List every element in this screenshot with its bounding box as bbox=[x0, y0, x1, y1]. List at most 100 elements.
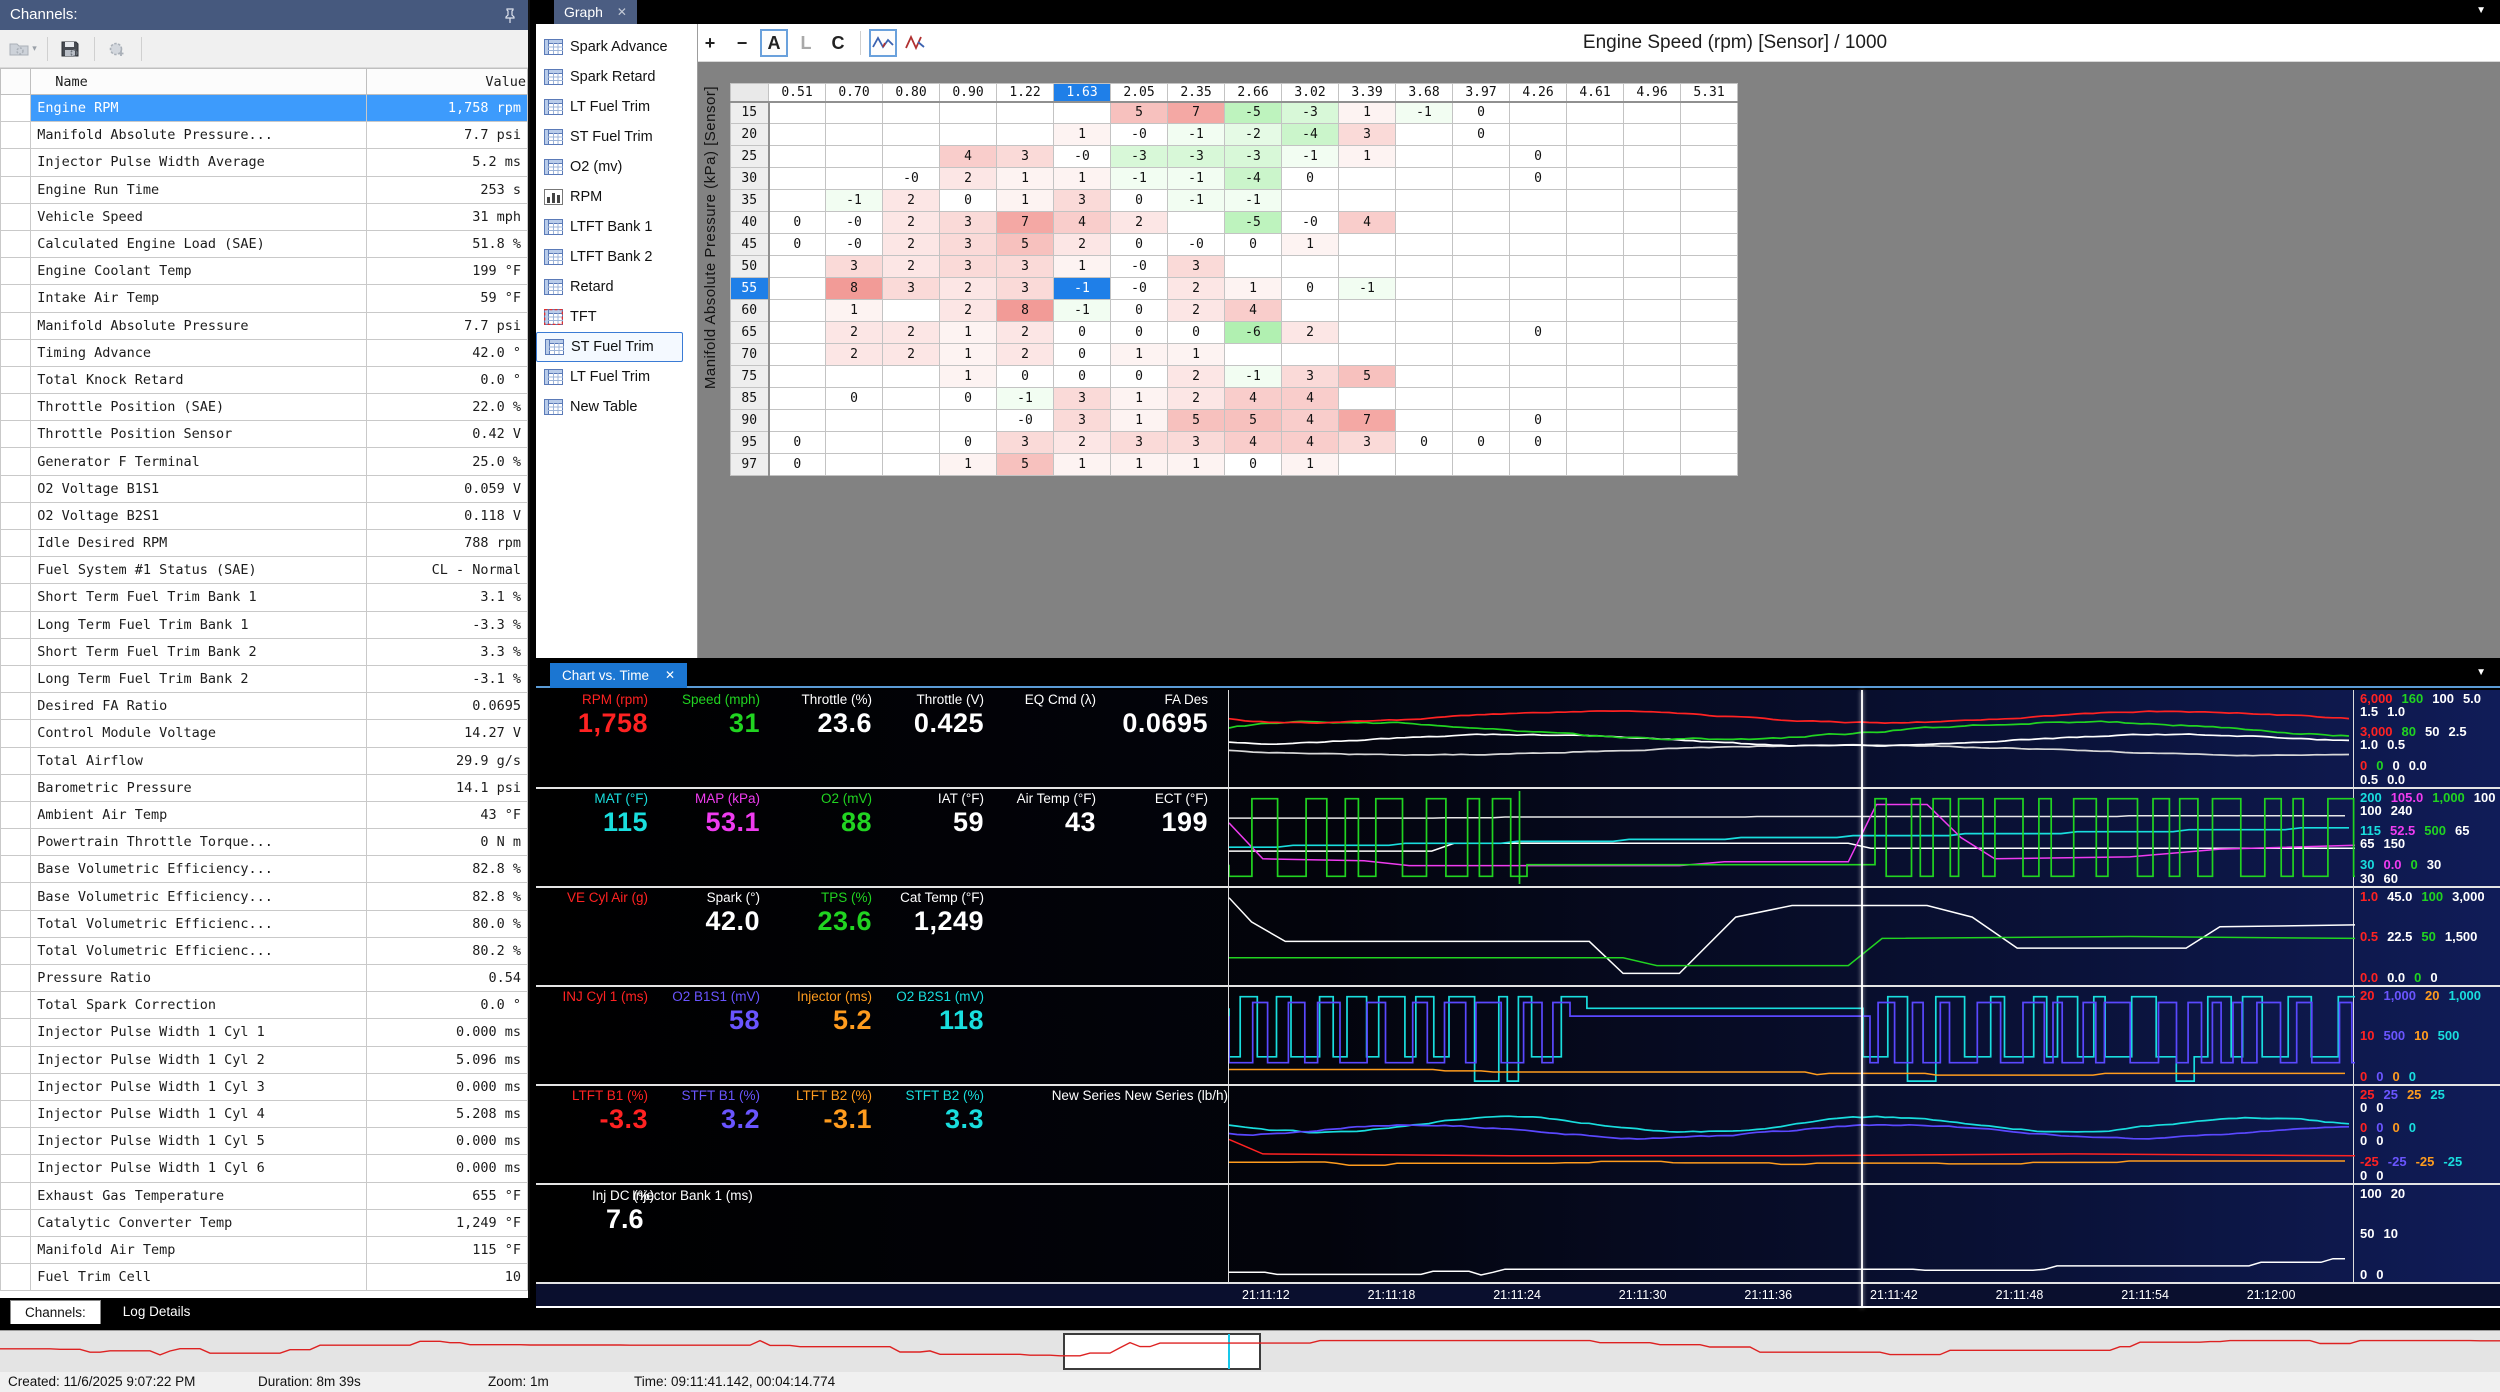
grid-cell[interactable] bbox=[1395, 343, 1453, 366]
grid-cell[interactable]: 2 bbox=[825, 321, 883, 344]
grid-cell[interactable]: -1 bbox=[1167, 123, 1225, 146]
grid-cell[interactable] bbox=[1566, 255, 1624, 278]
grid-cell[interactable]: 2 bbox=[1167, 387, 1225, 410]
grid-cell[interactable] bbox=[825, 101, 883, 124]
grid-cell[interactable] bbox=[1395, 189, 1453, 212]
grid-cell[interactable]: 3 bbox=[996, 431, 1054, 454]
grid-cell[interactable]: 3 bbox=[1053, 387, 1111, 410]
grid-cell[interactable]: 3 bbox=[1053, 409, 1111, 432]
grid-cell[interactable] bbox=[768, 409, 826, 432]
grid-cell[interactable]: 0 bbox=[1452, 101, 1510, 124]
table-list-item-rpm[interactable]: RPM bbox=[536, 182, 697, 212]
grid-cell[interactable]: 2 bbox=[996, 321, 1054, 344]
grid-cell[interactable]: 4 bbox=[939, 145, 997, 168]
grid-cell[interactable] bbox=[939, 123, 997, 146]
grid-cell[interactable]: 5 bbox=[996, 233, 1054, 256]
grid-cell[interactable]: 4 bbox=[1281, 387, 1339, 410]
tab-channels[interactable]: Channels: bbox=[10, 1300, 101, 1324]
channel-row[interactable]: Fuel Trim Cell 10 bbox=[0, 1263, 529, 1292]
chevron-down-icon[interactable]: ▼ bbox=[2476, 667, 2486, 678]
grid-cell[interactable]: 1 bbox=[939, 453, 997, 476]
grid-cell[interactable]: 1 bbox=[1110, 409, 1168, 432]
grid-cell[interactable] bbox=[1509, 365, 1567, 388]
grid-cell[interactable]: -4 bbox=[1281, 123, 1339, 146]
grid-cell[interactable]: 8 bbox=[825, 277, 883, 300]
grid-cell[interactable]: 4 bbox=[1224, 387, 1282, 410]
grid-cell[interactable] bbox=[1338, 387, 1396, 410]
close-icon[interactable]: ✕ bbox=[617, 0, 627, 24]
channel-row[interactable]: Manifold Air Temp 115 °F bbox=[0, 1235, 529, 1265]
channel-row[interactable]: Total Knock Retard 0.0 ° bbox=[0, 365, 529, 395]
grid-cell[interactable] bbox=[1566, 343, 1624, 366]
grid-cell[interactable] bbox=[1566, 321, 1624, 344]
grid-col-header[interactable]: 2.66 bbox=[1224, 83, 1282, 103]
grid-cell[interactable] bbox=[1623, 145, 1681, 168]
grid-cell[interactable] bbox=[1281, 343, 1339, 366]
grid-cell[interactable] bbox=[1509, 101, 1567, 124]
grid-cell[interactable]: 5 bbox=[1224, 409, 1282, 432]
grid-cell[interactable]: 1 bbox=[1338, 145, 1396, 168]
tab-chart-vs-time[interactable]: Chart vs. Time ✕ bbox=[550, 663, 688, 688]
grid-row-header[interactable]: 35 bbox=[730, 189, 770, 212]
toolbar-button-C[interactable]: C bbox=[824, 29, 852, 57]
table-list-item-tft[interactable]: TFT bbox=[536, 302, 697, 332]
table-list-item-o2-mv-[interactable]: O2 (mv) bbox=[536, 152, 697, 182]
grid-cell[interactable]: 1 bbox=[1053, 255, 1111, 278]
grid-row-header[interactable]: 50 bbox=[730, 255, 770, 278]
grid-cell[interactable]: 0 bbox=[939, 387, 997, 410]
grid-cell[interactable] bbox=[768, 101, 826, 124]
grid-cell[interactable] bbox=[1566, 101, 1624, 124]
grid-col-header[interactable]: 2.35 bbox=[1167, 83, 1225, 103]
grid-cell[interactable] bbox=[1680, 277, 1738, 300]
grid-cell[interactable] bbox=[882, 145, 940, 168]
grid-cell[interactable]: 3 bbox=[882, 277, 940, 300]
grid-cell[interactable] bbox=[1281, 255, 1339, 278]
grid-cell[interactable]: 0 bbox=[1110, 321, 1168, 344]
table-list-item-lt-fuel-trim[interactable]: LT Fuel Trim bbox=[536, 92, 697, 122]
grid-col-header[interactable]: 3.97 bbox=[1452, 83, 1510, 103]
grid-cell[interactable] bbox=[1509, 211, 1567, 234]
grid-row-header[interactable]: 40 bbox=[730, 211, 770, 234]
grid-cell[interactable] bbox=[1623, 299, 1681, 322]
grid-cell[interactable] bbox=[1452, 343, 1510, 366]
grid-cell[interactable]: 3 bbox=[996, 277, 1054, 300]
grid-row-header[interactable]: 97 bbox=[730, 453, 770, 476]
grid-cell[interactable]: 0 bbox=[1110, 365, 1168, 388]
grid-cell[interactable]: 1 bbox=[1053, 453, 1111, 476]
grid-col-header[interactable]: 0.90 bbox=[939, 83, 997, 103]
grid-cell[interactable]: 2 bbox=[1167, 299, 1225, 322]
grid-cell[interactable]: 7 bbox=[1167, 101, 1225, 124]
channel-row[interactable]: Injector Pulse Width 1 Cyl 2 5.096 ms bbox=[0, 1045, 529, 1074]
grid-cell[interactable] bbox=[1452, 277, 1510, 300]
grid-row-header[interactable]: 70 bbox=[730, 343, 770, 366]
log-overview-band[interactable] bbox=[0, 1330, 2500, 1372]
grid-cell[interactable] bbox=[996, 101, 1054, 124]
grid-cell[interactable]: 1 bbox=[1053, 167, 1111, 190]
grid-cell[interactable] bbox=[882, 123, 940, 146]
channel-row[interactable]: Catalytic Converter Temp 1,249 °F bbox=[0, 1208, 529, 1237]
channel-row[interactable]: Total Volumetric Efficienc... 80.2 % bbox=[0, 936, 529, 966]
channel-row[interactable]: Intake Air Temp 59 °F bbox=[0, 284, 529, 313]
grid-cell[interactable]: 2 bbox=[1110, 211, 1168, 234]
grid-cell[interactable]: 1 bbox=[939, 365, 997, 388]
grid-cell[interactable] bbox=[1680, 299, 1738, 322]
grid-cell[interactable] bbox=[1623, 343, 1681, 366]
grid-cell[interactable]: -3 bbox=[1110, 145, 1168, 168]
grid-cell[interactable]: 0 bbox=[1509, 167, 1567, 190]
channel-row[interactable]: Vehicle Speed 31 mph bbox=[0, 202, 529, 231]
grid-cell[interactable] bbox=[768, 255, 826, 278]
channel-row[interactable]: Manifold Absolute Pressure 7.7 psi bbox=[0, 311, 529, 340]
grid-cell[interactable] bbox=[1680, 145, 1738, 168]
grid-cell[interactable] bbox=[1680, 101, 1738, 124]
grid-cell[interactable]: 0 bbox=[1110, 233, 1168, 256]
grid-cell[interactable]: 0 bbox=[1509, 431, 1567, 454]
strip-plot-area[interactable] bbox=[1228, 888, 2356, 985]
grid-cell[interactable]: 3 bbox=[996, 145, 1054, 168]
grid-cell[interactable] bbox=[1566, 409, 1624, 432]
grid-cell[interactable] bbox=[1623, 211, 1681, 234]
grid-row-header[interactable]: 60 bbox=[730, 299, 770, 322]
grid-cell[interactable]: -1 bbox=[1053, 299, 1111, 322]
grid-cell[interactable] bbox=[1338, 189, 1396, 212]
grid-cell[interactable] bbox=[768, 299, 826, 322]
add-channel-button[interactable] bbox=[100, 35, 134, 63]
